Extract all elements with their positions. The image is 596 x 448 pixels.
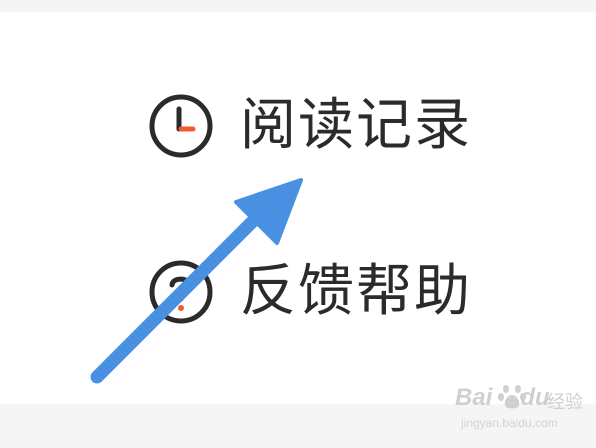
paw-icon: [498, 385, 526, 409]
watermark-url: jingyan.baidu.com: [461, 416, 558, 430]
clock-icon: [149, 94, 213, 158]
watermark-brand: 经验: [547, 392, 583, 413]
menu-item-label: 阅读记录: [240, 93, 472, 158]
baidu-jingyan-watermark: Bai du 经验 jingyan.baidu.com: [455, 384, 587, 440]
menu-item-label: 反馈帮助: [240, 259, 472, 324]
menu-item-feedback-help[interactable]: 反馈帮助: [148, 256, 472, 328]
help-circle-icon: [149, 260, 213, 324]
menu-panel: [0, 12, 596, 404]
menu-item-read-history[interactable]: 阅读记录: [148, 90, 472, 162]
top-divider-strip: [0, 0, 596, 12]
